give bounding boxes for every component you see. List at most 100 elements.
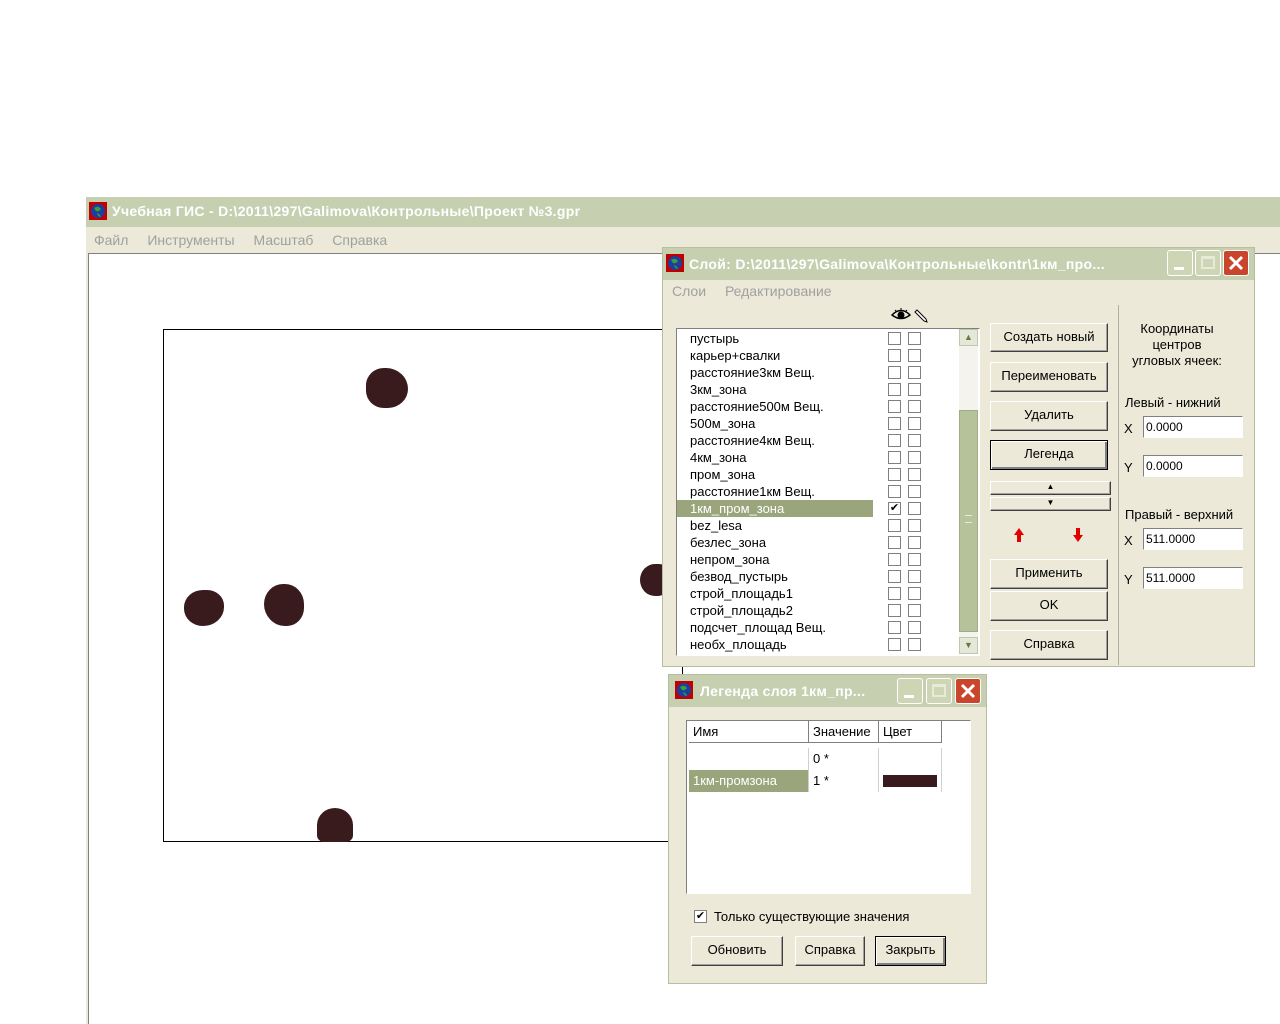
layer-titlebar[interactable]: Слой: D:\2011\297\Galimova\Контрольные\k… [663,248,1254,280]
layer-item[interactable]: расстояние1км Вещ. [677,483,873,500]
move-up-small-button[interactable]: ▲ [990,481,1111,495]
layer-visible-checkbox[interactable] [888,332,901,345]
layer-visible-checkbox[interactable] [888,621,901,634]
layer-edit-checkbox[interactable] [908,502,921,515]
scroll-down-button[interactable]: ▼ [959,637,978,654]
arrow-up-icon[interactable] [1013,527,1025,543]
layer-item[interactable]: карьер+свалки [677,347,873,364]
layer-visible-checkbox[interactable] [888,519,901,532]
layer-item[interactable]: 1км_пром_зона [677,500,873,517]
rename-button[interactable]: Переименовать [990,362,1108,392]
maximize-button[interactable] [926,678,952,704]
layer-item[interactable]: пром_зона [677,466,873,483]
column-header-color[interactable]: Цвет [879,721,942,743]
menu-help[interactable]: Справка [332,232,387,248]
close-legend-button[interactable]: Закрыть [875,936,946,966]
legend-cell-color[interactable] [879,748,942,770]
lower-left-y-input[interactable]: 0.0000 [1143,455,1243,477]
close-button[interactable] [1223,250,1249,276]
map-frame[interactable] [163,329,683,842]
minimize-button[interactable] [1167,250,1193,276]
layer-list-scrollbar[interactable]: ▲ ▼ [959,329,978,654]
layer-visible-checkbox[interactable] [888,587,901,600]
move-down-small-button[interactable]: ▼ [990,497,1111,511]
layer-visible-checkbox[interactable] [888,383,901,396]
legend-titlebar[interactable]: Легенда слоя 1км_пр... [669,675,986,707]
layer-item[interactable]: расстояние500м Вещ. [677,398,873,415]
existing-values-checkbox[interactable]: ✔ [694,910,707,923]
menu-tools[interactable]: Инструменты [147,232,234,248]
layer-edit-checkbox[interactable] [908,638,921,651]
upper-right-x-input[interactable]: 511.0000 [1143,528,1243,550]
layer-visible-checkbox[interactable] [888,570,901,583]
legend-cell-color[interactable] [879,770,942,792]
minimize-button[interactable] [897,678,923,704]
scroll-up-button[interactable]: ▲ [959,329,978,346]
column-header-value[interactable]: Значение [809,721,879,743]
layer-edit-checkbox[interactable] [908,400,921,413]
layer-edit-checkbox[interactable] [908,468,921,481]
layer-item[interactable]: необх_площадь [677,636,873,653]
layer-edit-checkbox[interactable] [908,519,921,532]
layer-edit-checkbox[interactable] [908,434,921,447]
layer-visible-checkbox[interactable] [888,553,901,566]
layer-item[interactable]: подсчет_площад Вещ. [677,619,873,636]
layer-item[interactable]: 4км_зона [677,449,873,466]
layer-item[interactable]: расстояние3км Вещ. [677,364,873,381]
layer-item[interactable]: 500м_зона [677,415,873,432]
layer-edit-checkbox[interactable] [908,587,921,600]
main-titlebar[interactable]: Учебная ГИС - D:\2011\297\Galimova\Контр… [86,197,1280,227]
layer-edit-checkbox[interactable] [908,621,921,634]
layer-item[interactable]: непром_зона [677,551,873,568]
layer-visible-checkbox[interactable] [888,536,901,549]
lower-left-x-input[interactable]: 0.0000 [1143,416,1243,438]
layer-edit-checkbox[interactable] [908,553,921,566]
apply-button[interactable]: Применить [990,559,1108,589]
layer-visible-checkbox[interactable]: ✔ [888,502,901,515]
layer-edit-checkbox[interactable] [908,536,921,549]
scroll-thumb[interactable] [959,410,978,632]
layer-item[interactable]: безлес_зона [677,534,873,551]
layer-visible-checkbox[interactable] [888,604,901,617]
layer-item[interactable]: строй_площадь2 [677,602,873,619]
legend-button[interactable]: Легенда [990,440,1108,470]
layer-item[interactable]: bez_lesa [677,517,873,534]
legend-help-button[interactable]: Справка [795,936,865,966]
menu-layers[interactable]: Слои [672,283,706,299]
maximize-button[interactable] [1195,250,1221,276]
arrow-down-icon[interactable] [1072,527,1084,543]
layer-item[interactable]: пустырь [677,330,873,347]
menu-file[interactable]: Файл [94,232,128,248]
layer-item[interactable]: 3км_зона [677,381,873,398]
layer-edit-checkbox[interactable] [908,570,921,583]
layer-edit-checkbox[interactable] [908,604,921,617]
legend-cell-name[interactable]: 1км-промзона [689,770,809,792]
layer-visible-checkbox[interactable] [888,366,901,379]
layer-item[interactable]: безвод_пустырь [677,568,873,585]
close-button[interactable] [955,678,981,704]
create-new-button[interactable]: Создать новый [990,323,1108,352]
layer-visible-checkbox[interactable] [888,638,901,651]
layer-edit-checkbox[interactable] [908,383,921,396]
help-button[interactable]: Справка [990,630,1108,660]
column-header-name[interactable]: Имя [689,721,809,743]
layer-visible-checkbox[interactable] [888,485,901,498]
ok-button[interactable]: OK [990,591,1108,621]
layer-item[interactable]: строй_площадь1 [677,585,873,602]
menu-edit[interactable]: Редактирование [725,283,832,299]
layer-visible-checkbox[interactable] [888,349,901,362]
upper-right-y-input[interactable]: 511.0000 [1143,567,1243,589]
menu-scale[interactable]: Масштаб [254,232,314,248]
layer-item[interactable]: расстояние4км Вещ. [677,432,873,449]
legend-table[interactable]: Имя Значение Цвет 0 * 1км-промзона 1 * [686,720,971,894]
layer-visible-checkbox[interactable] [888,417,901,430]
layer-edit-checkbox[interactable] [908,332,921,345]
refresh-button[interactable]: Обновить [691,936,783,966]
layer-visible-checkbox[interactable] [888,451,901,464]
layer-visible-checkbox[interactable] [888,400,901,413]
layer-edit-checkbox[interactable] [908,485,921,498]
layer-edit-checkbox[interactable] [908,366,921,379]
legend-cell-value[interactable]: 1 * [809,770,879,792]
layer-visible-checkbox[interactable] [888,434,901,447]
legend-cell-name[interactable] [689,748,809,770]
